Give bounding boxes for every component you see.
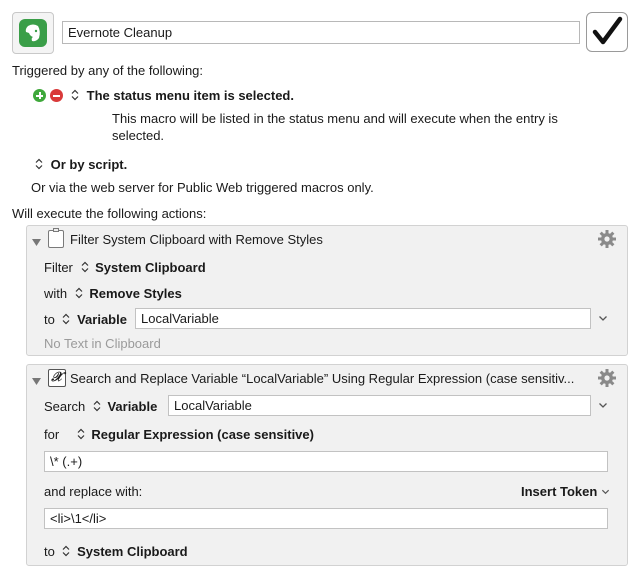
match-type-popup[interactable]: Regular Expression (case sensitive) xyxy=(77,427,314,442)
search-source-value: Variable xyxy=(107,399,158,414)
filter-type-popup[interactable]: Remove Styles xyxy=(75,286,182,301)
output-destination-value: System Clipboard xyxy=(77,544,188,559)
replace-with-label: and replace with: xyxy=(44,484,143,499)
destination-popup[interactable]: Variable xyxy=(62,312,127,327)
insert-token-menu[interactable]: Insert Token xyxy=(521,484,610,499)
chevron-down-icon xyxy=(601,489,610,495)
script-trigger-popup[interactable]: Or by script. xyxy=(35,157,127,172)
search-pattern-field[interactable]: \* (.+) xyxy=(44,451,608,472)
popup-stepper-icon xyxy=(81,261,89,273)
with-label: with xyxy=(44,286,68,301)
gear-icon[interactable] xyxy=(597,229,617,252)
evernote-app-icon[interactable] xyxy=(12,12,54,54)
popup-stepper-icon xyxy=(93,400,101,412)
chevron-down-icon xyxy=(599,403,607,408)
variable-name-field[interactable]: LocalVariable xyxy=(135,308,591,329)
action-1-title: Filter System Clipboard with Remove Styl… xyxy=(70,232,323,247)
actions-heading: Will execute the following actions: xyxy=(12,206,207,221)
popup-stepper-icon xyxy=(62,545,70,557)
insert-token-label: Insert Token xyxy=(521,484,598,499)
action-filter-clipboard[interactable]: Filter System Clipboard with Remove Styl… xyxy=(26,225,628,356)
filter-type-value: Remove Styles xyxy=(89,286,182,301)
status-menu-description-line1: This macro will be listed in the status … xyxy=(112,111,558,126)
collapse-triangle-icon[interactable] xyxy=(32,374,41,389)
gear-icon[interactable] xyxy=(597,368,617,391)
output-destination-popup[interactable]: System Clipboard xyxy=(62,544,188,559)
evernote-elephant-icon xyxy=(19,19,47,47)
filter-label: Filter xyxy=(44,260,73,275)
to-label: to xyxy=(44,544,55,559)
popup-stepper-icon xyxy=(75,287,83,299)
collapse-triangle-icon[interactable] xyxy=(32,235,41,250)
remove-trigger-button[interactable] xyxy=(50,89,63,102)
status-menu-trigger-label: The status menu item is selected. xyxy=(86,88,294,103)
popup-stepper-icon xyxy=(62,313,70,325)
search-label: Search xyxy=(44,399,86,414)
status-menu-description-line2: selected. xyxy=(112,128,165,143)
for-label: for xyxy=(44,427,60,442)
triggers-heading: Triggered by any of the following: xyxy=(12,63,204,78)
variable-x-icon: 𝒳 xyxy=(48,369,66,387)
popup-stepper-icon xyxy=(77,428,85,440)
filter-source-popup[interactable]: System Clipboard xyxy=(81,260,206,275)
popup-stepper-icon xyxy=(35,158,43,170)
destination-value: Variable xyxy=(77,312,127,327)
macro-enabled-checkbox[interactable] xyxy=(586,12,628,52)
checkmark-icon xyxy=(592,16,623,45)
clipboard-icon xyxy=(48,228,64,248)
clipboard-status-text: No Text in Clipboard xyxy=(44,336,161,351)
script-trigger-label: Or by script. xyxy=(50,157,128,172)
macro-name-field[interactable]: Evernote Cleanup xyxy=(62,21,580,44)
match-type-value: Regular Expression (case sensitive) xyxy=(91,427,314,442)
popup-stepper-icon xyxy=(71,89,79,101)
search-source-popup[interactable]: Variable xyxy=(93,399,158,414)
search-variable-field[interactable]: LocalVariable xyxy=(168,395,591,416)
add-trigger-button[interactable] xyxy=(33,89,46,102)
action-search-replace[interactable]: 𝒳 Search and Replace Variable “LocalVari… xyxy=(26,364,628,566)
status-menu-trigger-popup[interactable]: The status menu item is selected. xyxy=(71,88,294,103)
filter-source-value: System Clipboard xyxy=(95,260,206,275)
to-label: to xyxy=(44,312,55,327)
search-variable-dropdown-button[interactable] xyxy=(598,398,608,413)
action-2-title: Search and Replace Variable “LocalVariab… xyxy=(70,371,575,386)
chevron-down-icon xyxy=(599,316,607,321)
web-server-text: Or via the web server for Public Web tri… xyxy=(31,180,374,195)
replacement-field[interactable]: <li>\1</li> xyxy=(44,508,608,529)
variable-dropdown-button[interactable] xyxy=(598,311,608,326)
